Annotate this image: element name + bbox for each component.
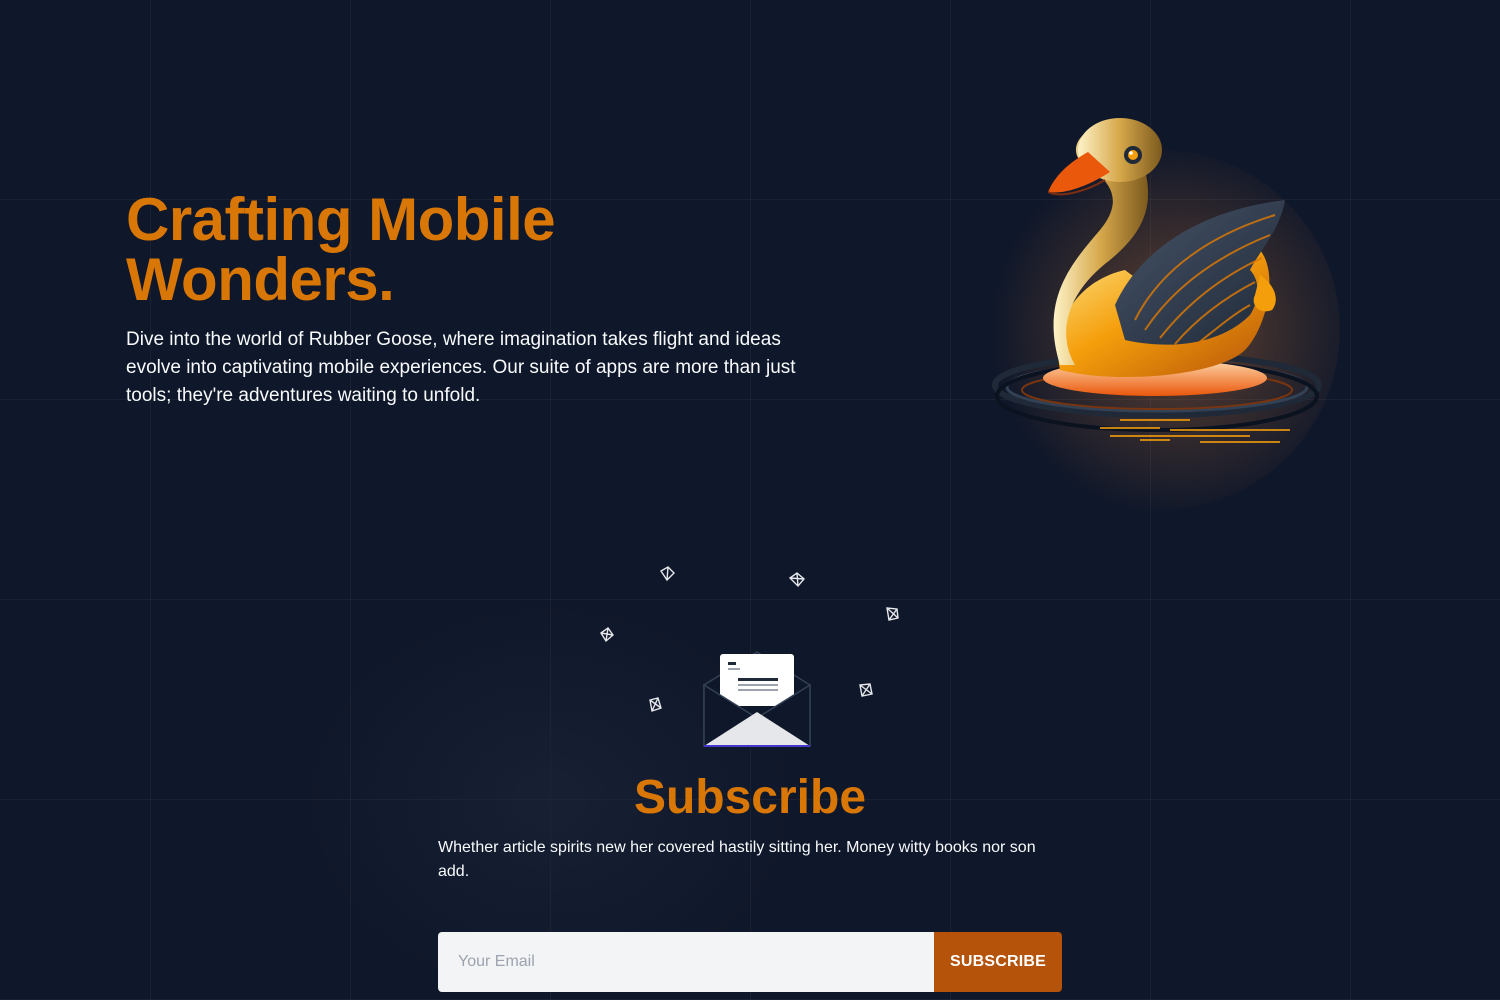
confetti-icon [886, 607, 899, 621]
open-envelope-icon [703, 651, 811, 747]
hero-title: Crafting Mobile Wonders. [126, 190, 746, 310]
goose-icon [992, 118, 1322, 443]
hero-title-line-2: Wonders. [126, 246, 395, 313]
email-input[interactable] [438, 932, 934, 992]
hero-title-line-1: Crafting Mobile [126, 186, 556, 253]
subscribe-illustration [590, 555, 910, 755]
subscribe-title: Subscribe [633, 771, 867, 824]
confetti-icon [649, 697, 662, 712]
subscribe-description: Whether article spirits new her covered … [438, 839, 1036, 880]
confetti-icon [600, 627, 614, 643]
confetti-icon [788, 572, 805, 588]
landing-page: Crafting Mobile Wonders. Dive into the w… [0, 0, 1500, 1000]
subscribe-button[interactable]: SUBSCRIBE [934, 932, 1062, 992]
hero-image [960, 100, 1360, 510]
confetti-icon [859, 683, 873, 697]
subscribe-form: SUBSCRIBE [438, 932, 1062, 992]
hero-description: Dive into the world of Rubber Goose, whe… [126, 329, 796, 406]
confetti-icon [660, 566, 675, 582]
